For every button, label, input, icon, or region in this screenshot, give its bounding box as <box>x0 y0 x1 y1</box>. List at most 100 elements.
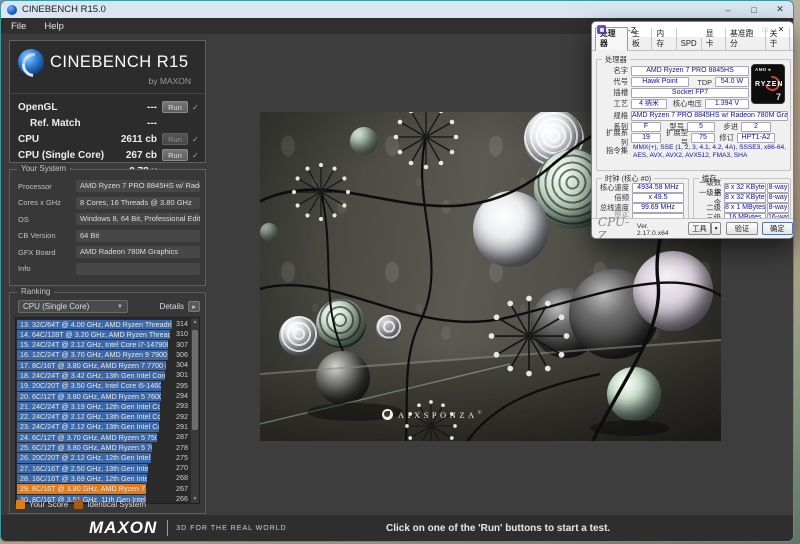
ranking-row-score: 314 <box>176 319 188 329</box>
opengl-run-button[interactable]: Run <box>162 101 188 113</box>
maxon-branding: MAXON 3D FOR THE REAL WORLD <box>89 518 287 538</box>
cpuz-close-button[interactable]: ✕ <box>773 22 789 37</box>
ranking-row-score: 266 <box>176 494 188 502</box>
ranking-row[interactable]: 13. 32C/64T @ 4.00 GHz, AMD Ryzen Thread… <box>17 319 190 329</box>
ranking-row-bar: 15. 24C/24T @ 2.12 GHz, Intel Core i7-14… <box>17 340 168 349</box>
cpuz-package-value: Socket FP7 <box>631 88 749 98</box>
ranking-row-score: 294 <box>176 391 188 401</box>
system-info-label: Cores x GHz <box>18 198 76 207</box>
cpu-label: CPU <box>18 134 39 145</box>
ranking-row[interactable]: 21. 24C/24T @ 3.19 GHz, 12th Gen Intel C… <box>17 401 190 411</box>
cpuz-cache-way: 8-way <box>767 203 789 213</box>
system-info-label: OS <box>18 215 76 224</box>
ryzen-7-badge: AMD◄ RYZEN 7 <box>751 64 785 104</box>
system-info-value: 64 Bit <box>76 230 200 242</box>
cpuz-extfamily-label: 扩展系列 <box>601 128 631 148</box>
ranking-row-text: 23. 24C/24T @ 2.12 GHz, 13th Gen Intel C… <box>17 422 159 431</box>
ranking-row[interactable]: 29. 8C/16T @ 3.80 GHz, AMD Ryzen 7 PRO 8… <box>17 484 190 494</box>
menu-file[interactable]: File <box>11 21 26 32</box>
ranking-list[interactable]: 13. 32C/64T @ 4.00 GHz, AMD Ryzen Thread… <box>17 319 190 502</box>
ranking-row[interactable]: 14. 64C/128T @ 3.20 GHz, AMD Ryzen Threa… <box>17 329 190 339</box>
ranking-row-bar: 14. 64C/128T @ 3.20 GHz, AMD Ryzen Threa… <box>17 330 170 339</box>
system-info-label: GFX Board <box>18 248 76 257</box>
minimize-button[interactable]: – <box>715 1 741 18</box>
cpuz-multiplier-label: 倍频 <box>599 193 632 203</box>
ranking-row-bar: 16. 12C/24T @ 3.70 GHz, AMD Ryzen 9 7900… <box>17 350 168 359</box>
ranking-row[interactable]: 15. 24C/24T @ 2.12 GHz, Intel Core i7-14… <box>17 340 190 350</box>
cpuz-revision-value: HPT1-A2 <box>737 133 775 143</box>
cpuz-cache-row: 一级指令 8 x 32 KBytes 8-way <box>696 193 788 203</box>
ranking-row[interactable]: 20. 6C/12T @ 3.80 GHz, AMD Ryzen 5 7600 … <box>17 391 190 401</box>
ranking-row-bar: 25. 6C/12T @ 3.80 GHz, AMD Ryzen 5 7600 … <box>17 443 152 452</box>
cpuz-cache-row: 二级 8 x 1 MBytes 8-way <box>696 203 788 213</box>
cpuz-tab[interactable]: 显卡 <box>702 28 726 50</box>
cinebench-sphere-icon <box>18 49 44 75</box>
titlebar[interactable]: CINEBENCH R15.0 – □ ✕ <box>1 1 793 18</box>
ranking-scrollbar[interactable]: ▲ ▼ <box>191 318 199 503</box>
cpu-check-icon[interactable]: ✓ <box>192 135 200 144</box>
cpuz-window[interactable]: CPU-Z – □ ✕ 处理器主板内存SPD显卡基准跑分关于 处理器 名字 AM… <box>591 21 794 239</box>
menu-help[interactable]: Help <box>44 21 64 32</box>
opengl-label: OpenGL <box>18 102 57 113</box>
ranking-legend: Ranking <box>17 287 54 296</box>
ranking-row[interactable]: 17. 8C/16T @ 3.80 GHz, AMD Ryzen 7 7700 … <box>17 360 190 370</box>
cpuz-tab[interactable]: 主板 <box>628 28 652 50</box>
cpu-run-button[interactable]: Run <box>162 133 188 145</box>
scrollbar-thumb[interactable] <box>192 330 198 430</box>
cpuz-tools-button[interactable]: 工具 <box>688 222 711 235</box>
system-info-label: Processor <box>18 182 76 191</box>
scroll-down-icon[interactable]: ▼ <box>191 495 199 503</box>
cpuz-corespeed-value: 4934.58 MHz <box>632 183 684 193</box>
opengl-check-icon[interactable]: ✓ <box>192 103 200 112</box>
cpuz-tdp-value: 54.0 W <box>715 77 749 87</box>
ranking-row-text: 16. 12C/24T @ 3.70 GHz, AMD Ryzen 9 7900… <box>17 350 168 359</box>
ranking-row-score: 304 <box>176 360 188 370</box>
cinebench-logo-text: CINEBENCH R15 <box>50 53 189 72</box>
opengl-row: OpenGL --- Run ✓ <box>10 99 205 115</box>
cinebench-logo: CINEBENCH R15 <box>10 41 205 75</box>
cpuz-footer: CPU-Z Ver. 2.17.0.x64 工具 ▼ 验证 确定 <box>592 218 793 238</box>
details-expand-button[interactable]: ▸ <box>188 301 200 312</box>
ranking-row[interactable]: 19. 20C/20T @ 3.50 GHz, Intel Core i5-14… <box>17 381 190 391</box>
ranking-row-score: 295 <box>176 381 188 391</box>
ranking-row-bar: 17. 8C/16T @ 3.80 GHz, AMD Ryzen 7 7700 … <box>17 361 166 370</box>
ranking-row-score: 270 <box>176 463 188 473</box>
cpu-single-run-button[interactable]: Run <box>162 149 188 161</box>
cpu-row: CPU 2611 cb Run ✓ <box>10 131 205 147</box>
ranking-toolbar: CPU (Single Core) ▼ Details ▸ <box>10 293 205 316</box>
cpuz-tab[interactable]: 内存 <box>652 28 676 50</box>
scroll-up-icon[interactable]: ▲ <box>191 318 199 326</box>
system-info-label: Info <box>18 264 76 273</box>
ranking-row[interactable]: 18. 24C/24T @ 3.42 GHz, 13th Gen Intel C… <box>17 370 190 380</box>
your-score-label: Your Score <box>29 500 68 509</box>
ranking-row[interactable]: 22. 24C/24T @ 2.12 GHz, 13th Gen Intel C… <box>17 412 190 422</box>
ranking-row[interactable]: 27. 16C/16T @ 2.50 GHz, 13th Gen Intel C… <box>17 463 190 473</box>
cpuz-tab[interactable]: SPD <box>677 38 702 50</box>
ranking-row[interactable]: 16. 12C/24T @ 3.70 GHz, AMD Ryzen 9 7900… <box>17 350 190 360</box>
cpuz-cache-rows: 一级数据 8 x 32 KBytes 8-way 一级指令 8 x 32 KBy… <box>696 183 788 223</box>
ranking-row-text: 21. 24C/24T @ 3.19 GHz, 12th Gen Intel C… <box>17 402 160 411</box>
close-button[interactable]: ✕ <box>767 1 793 18</box>
cpuz-spec-label: 规格 <box>601 111 631 121</box>
cpuz-stepping-label: 步进 <box>715 122 741 132</box>
ranking-row[interactable]: 23. 24C/24T @ 2.12 GHz, 13th Gen Intel C… <box>17 422 190 432</box>
ranking-row[interactable]: 25. 6C/12T @ 3.80 GHz, AMD Ryzen 5 7600 … <box>17 443 190 453</box>
cpuz-window-controls: – □ ✕ <box>741 22 789 37</box>
cpuz-ok-button[interactable]: 确定 <box>762 222 793 235</box>
status-text: Click on one of the 'Run' buttons to sta… <box>386 523 610 534</box>
cpuz-stepping-value: 2 <box>741 122 771 132</box>
ranking-row[interactable]: 26. 20C/20T @ 2.12 GHz, 12th Gen Intel C… <box>17 453 190 463</box>
cpuz-minimize-button[interactable]: – <box>741 22 757 37</box>
cpu-single-check-icon[interactable]: ✓ <box>192 151 200 160</box>
refmatch-label: Ref. Match <box>18 118 81 129</box>
refmatch-row: Ref. Match --- <box>10 115 205 131</box>
ranking-row[interactable]: 28. 16C/16T @ 3.69 GHz, 12th Gen Intel C… <box>17 473 190 483</box>
cpuz-validate-button[interactable]: 验证 <box>726 222 757 235</box>
maximize-button[interactable]: □ <box>741 1 767 18</box>
system-info-label: CB Version <box>18 231 76 240</box>
ranking-filter-dropdown[interactable]: CPU (Single Core) ▼ <box>18 300 128 313</box>
ranking-row-bar: 20. 6C/12T @ 3.80 GHz, AMD Ryzen 5 7600 … <box>17 392 161 401</box>
system-info-row: Cores x GHz 8 Cores, 16 Threads @ 3.80 G… <box>10 195 205 212</box>
ranking-row[interactable]: 24. 6C/12T @ 3.70 GHz, AMD Ryzen 5 7500F… <box>17 432 190 442</box>
cpuz-tools-dropdown-button[interactable]: ▼ <box>711 222 722 235</box>
